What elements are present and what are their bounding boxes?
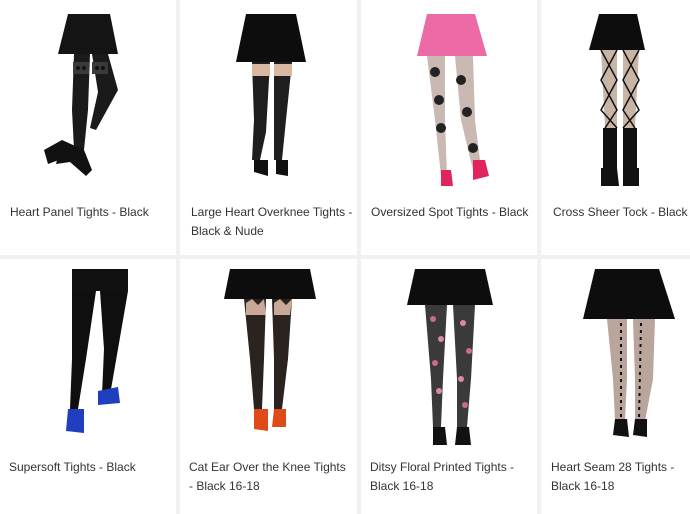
product-image[interactable] [0,0,176,190]
product-card[interactable]: Cat Ear Over the Knee Tights - Black 16-… [180,259,357,514]
product-title[interactable]: Heart Panel Tights - Black [10,203,170,222]
product-title[interactable]: Cross Sheer Tock - Black [553,203,690,222]
product-image[interactable] [541,259,690,449]
product-title[interactable]: Cat Ear Over the Knee Tights - Black 16-… [189,458,353,496]
product-image[interactable] [361,259,537,449]
product-title[interactable]: Oversized Spot Tights - Black [371,203,535,222]
product-card[interactable]: Cross Sheer Tock - Black [541,0,690,255]
product-image[interactable] [361,0,537,190]
product-card[interactable]: Supersoft Tights - Black [0,259,176,514]
product-card[interactable]: Heart Panel Tights - Black [0,0,176,255]
product-image[interactable] [541,0,690,190]
product-card[interactable]: Oversized Spot Tights - Black [361,0,537,255]
product-image[interactable] [180,259,357,449]
product-image[interactable] [180,0,357,190]
product-grid: Heart Panel Tights - Black Large Heart O… [0,0,690,514]
product-title[interactable]: Supersoft Tights - Black [9,458,169,477]
product-card[interactable]: Large Heart Overknee Tights - Black & Nu… [180,0,357,255]
product-card[interactable]: Ditsy Floral Printed Tights - Black 16-1… [361,259,537,514]
product-title[interactable]: Large Heart Overknee Tights - Black & Nu… [191,203,353,241]
product-title[interactable]: Ditsy Floral Printed Tights - Black 16-1… [370,458,534,496]
product-title[interactable]: Heart Seam 28 Tights - Black 16-18 [551,458,686,496]
product-image[interactable] [0,259,176,449]
product-card[interactable]: Heart Seam 28 Tights - Black 16-18 [541,259,690,514]
